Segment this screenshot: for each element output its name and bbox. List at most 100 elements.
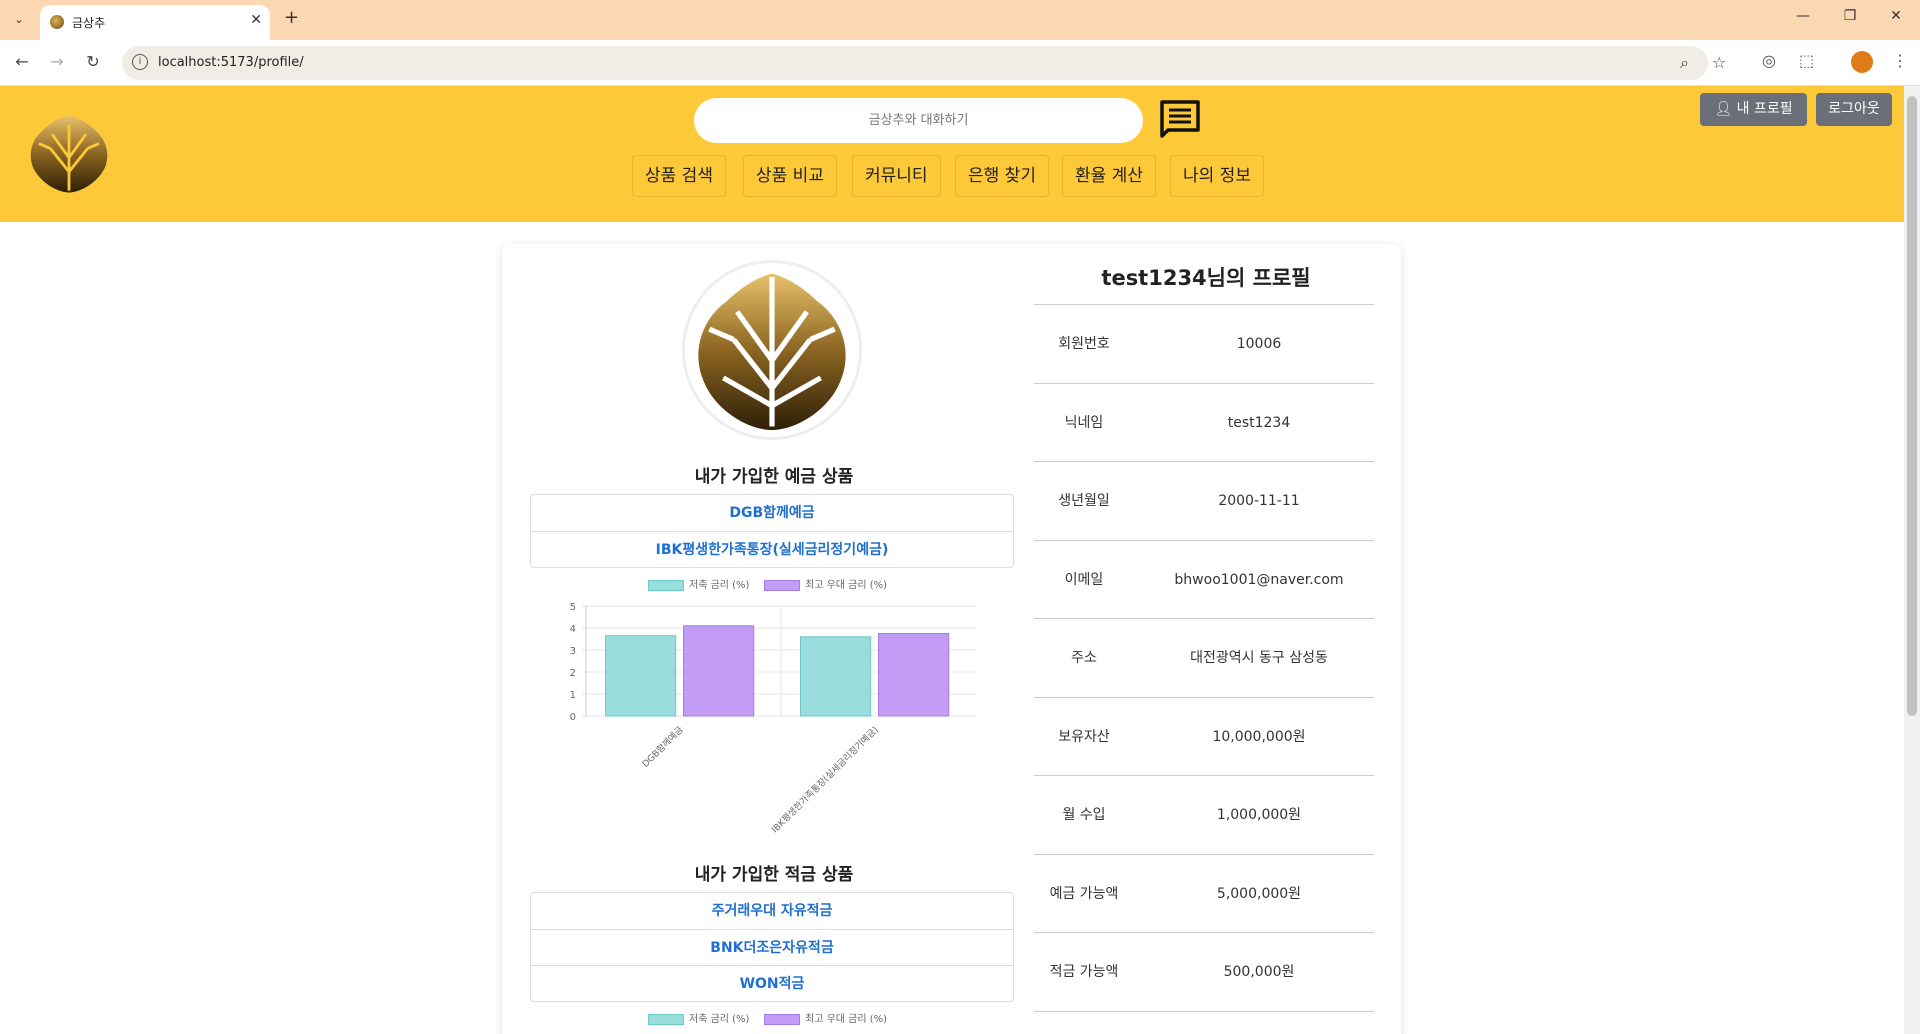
saving-rate-chart: 5.0 [530, 1028, 1014, 1034]
info-row: 보유자산 10,000,000원 [1034, 698, 1374, 776]
y-tick-label: 2 [570, 668, 576, 679]
browser-toolbar: ← → ↻ i localhost:5173/profile/ ⌕ ☆ ◎ ⬚ … [0, 40, 1920, 86]
forward-icon[interactable]: → [45, 52, 69, 71]
y-tick-label: 4 [570, 624, 576, 635]
nav-my-info[interactable]: 나의 정보 [1170, 155, 1264, 197]
profile-avatar [682, 260, 862, 440]
minimize-icon[interactable]: — [1793, 8, 1813, 24]
legend-base-rate[interactable]: 저축 금리 (%) [648, 1010, 749, 1025]
x-tick-label: DGB함께예금 [640, 724, 685, 769]
y-tick-label: 5 [570, 602, 576, 613]
deposit-chart-legend: 저축 금리 (%) 최고 우대 금리 (%) [530, 574, 1014, 592]
restore-icon[interactable]: ❐ [1840, 8, 1860, 24]
info-row: 적금 가능액 500,000원 [1034, 933, 1374, 1012]
nav-bank-finder[interactable]: 은행 찾기 [955, 155, 1049, 197]
legend-base-rate[interactable]: 저축 금리 (%) [648, 576, 749, 591]
bar [605, 635, 677, 717]
profile-info-table: 회원번호 10006 닉네임 test1234 생년월일 2000-11-11 이메일… [1034, 304, 1374, 1012]
info-value: 2000-11-11 [1218, 493, 1300, 509]
bar [878, 633, 950, 717]
deposit-section-title: 내가 가입한 예금 상품 [694, 467, 854, 487]
info-row: 닉네임 test1234 [1034, 384, 1374, 462]
nav-product-search[interactable]: 상품 검색 [632, 155, 726, 197]
info-label: 예금 가능액 [1049, 885, 1119, 902]
saving-product-link[interactable]: 주거래우대 자유적금 [531, 893, 1013, 929]
site-header: 금상추와 대화하기 상품 검색 상품 비교 커뮤니티 은행 찾기 환율 계산 나… [0, 86, 1904, 222]
info-row: 주소 대전광역시 동구 삼성동 [1034, 619, 1374, 698]
extensions-puzzle-icon[interactable]: ⬚ [1799, 51, 1814, 70]
chat-icon[interactable] [1158, 98, 1202, 140]
bookmark-star-icon[interactable]: ☆ [1712, 53, 1726, 72]
browser-profile-avatar[interactable] [1851, 51, 1873, 73]
lettuce-logo-icon [698, 273, 846, 431]
extension-icon[interactable]: ◎ [1762, 51, 1776, 70]
info-value: 10,000,000원 [1212, 728, 1306, 745]
info-value: 10006 [1236, 336, 1282, 352]
logout-button[interactable]: 로그아웃 [1816, 93, 1892, 126]
nav-community[interactable]: 커뮤니티 [852, 155, 941, 197]
x-tick-label: IBK평생한가족통장(실세금리정기예금) [770, 724, 881, 835]
deposit-rate-chart: 0 1 2 3 4 5 DGB함께예금 IBK평생한가족통장(실세금리정기예금) [570, 602, 976, 835]
url-text[interactable]: localhost:5173/profile/ [158, 55, 304, 70]
site-info-icon[interactable]: i [132, 54, 148, 70]
info-row: 회원번호 10006 [1034, 305, 1374, 384]
legend-max-rate[interactable]: 최고 우대 금리 (%) [764, 1010, 887, 1025]
tab-title: 금상추 [72, 16, 106, 30]
saving-chart-legend: 저축 금리 (%) 최고 우대 금리 (%) [530, 1008, 1014, 1026]
deposit-product-link[interactable]: IBK평생한가족통장(실세금리정기예금) [531, 531, 1013, 567]
info-label: 보유자산 [1058, 728, 1110, 745]
browser-menu-icon[interactable]: ⋮ [1892, 51, 1908, 70]
info-label: 이메일 [1064, 571, 1104, 588]
info-label: 주소 [1071, 650, 1097, 666]
profile-title: test1234님의 프로필 [1101, 266, 1311, 290]
scrollbar-thumb[interactable] [1907, 96, 1917, 716]
tab-close-icon[interactable]: ✕ [250, 12, 262, 28]
saving-product-link[interactable]: WON적금 [531, 965, 1013, 1001]
my-profile-button[interactable]: 👤︎ 내 프로필 [1700, 93, 1807, 126]
browser-tab-bar: ⌄ 금상추 ✕ + — ❐ ✕ [0, 0, 1920, 40]
bar [800, 636, 872, 717]
page-viewport: 금상추와 대화하기 상품 검색 상품 비교 커뮤니티 은행 찾기 환율 계산 나… [0, 86, 1904, 1034]
reload-icon[interactable]: ↻ [81, 52, 105, 71]
saving-section-title: 내가 가입한 적금 상품 [694, 865, 854, 885]
back-icon[interactable]: ← [10, 52, 34, 71]
saving-product-link[interactable]: BNK더조은자유적금 [531, 929, 1013, 965]
zoom-icon[interactable]: ⌕ [1680, 53, 1689, 73]
address-bar[interactable]: i localhost:5173/profile/ ⌕ ☆ [122, 46, 1726, 80]
info-label: 회원번호 [1058, 336, 1110, 352]
profile-card: 내가 가입한 예금 상품 DGB함께예금 IBK평생한가족통장(실세금리정기예금… [502, 244, 1401, 1034]
info-value: 500,000원 [1223, 964, 1295, 980]
info-value: test1234 [1227, 414, 1291, 431]
y-tick-label: 0 [570, 712, 576, 723]
bar [683, 625, 755, 717]
browser-tab[interactable]: 금상추 ✕ [40, 5, 270, 40]
info-row: 월 수입 1,000,000원 [1034, 776, 1374, 855]
info-value: bhwoo1001@naver.com [1174, 571, 1344, 588]
favicon-icon [50, 15, 64, 29]
info-row: 예금 가능액 5,000,000원 [1034, 855, 1374, 933]
legend-max-rate[interactable]: 최고 우대 금리 (%) [764, 576, 887, 591]
tab-list-chevron-icon[interactable]: ⌄ [8, 9, 30, 31]
saving-product-list: 주거래우대 자유적금 BNK더조은자유적금 WON적금 [530, 892, 1014, 1002]
info-label: 닉네임 [1064, 414, 1104, 431]
info-label: 적금 가능액 [1049, 964, 1119, 980]
deposit-product-list: DGB함께예금 IBK평생한가족통장(실세금리정기예금) [530, 494, 1014, 568]
new-tab-icon[interactable]: + [284, 7, 299, 28]
nav-exchange-calc[interactable]: 환율 계산 [1062, 155, 1156, 197]
info-label: 월 수입 [1062, 807, 1106, 823]
my-profile-label: 내 프로필 [1736, 101, 1793, 117]
deposit-product-link[interactable]: DGB함께예금 [531, 495, 1013, 531]
page-scrollbar[interactable] [1904, 86, 1920, 1034]
info-value: 대전광역시 동구 삼성동 [1190, 650, 1328, 666]
y-tick-label: 3 [570, 646, 576, 657]
info-value: 1,000,000원 [1216, 807, 1302, 823]
info-row: 이메일 bhwoo1001@naver.com [1034, 541, 1374, 619]
info-row: 생년월일 2000-11-11 [1034, 462, 1374, 541]
info-value: 5,000,000원 [1216, 885, 1302, 902]
chat-input[interactable]: 금상추와 대화하기 [694, 98, 1143, 143]
y-tick-label: 1 [570, 690, 576, 701]
user-icon: 👤︎ [1714, 101, 1733, 117]
logo-icon[interactable] [22, 106, 116, 200]
nav-product-compare[interactable]: 상품 비교 [743, 155, 837, 197]
window-close-icon[interactable]: ✕ [1886, 8, 1906, 24]
